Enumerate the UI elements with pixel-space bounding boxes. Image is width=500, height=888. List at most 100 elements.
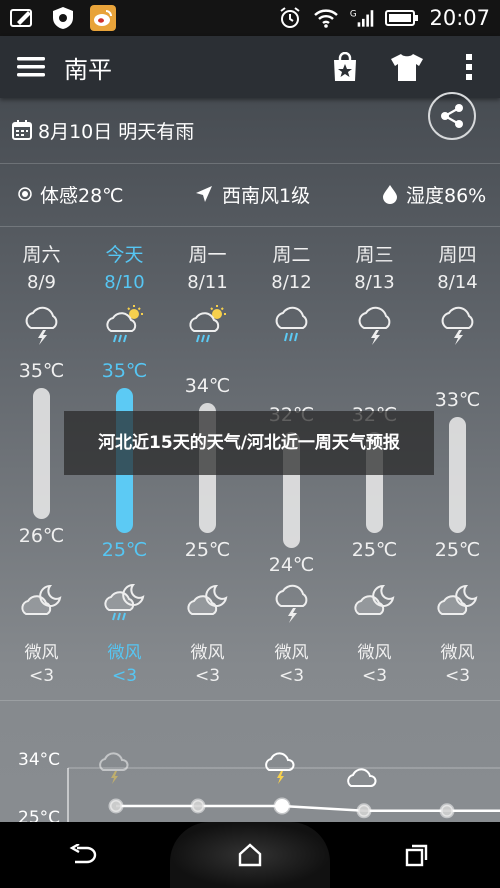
high-temp: 33℃ [434,389,481,412]
status-bar: G 20:07 [0,0,500,36]
skin-button[interactable] [376,36,438,98]
wind-name: 微风 [274,643,309,663]
moon-cloud-rain-icon [103,582,147,622]
dot-icon [18,187,32,201]
share-button[interactable] [428,92,476,140]
wind-info: 西南风1级 [194,181,310,208]
menu-button[interactable] [0,36,62,98]
moon-cloud-icon [436,582,480,622]
day-date: 8/12 [271,272,312,293]
low-temp: 26℃ [18,524,65,547]
weibo-icon [90,5,116,31]
back-button[interactable] [43,822,123,888]
hourly-chart[interactable]: 34°C 25°C [0,700,500,828]
day-date: 8/10 [104,272,145,293]
hourly-point [108,798,124,814]
cloud-thunder-icon [265,752,295,784]
cloud-rain-icon [271,304,313,346]
low-temp: 25℃ [351,539,398,562]
hourly-point [356,803,372,819]
wind-name: 微风 [190,643,225,663]
back-icon [69,844,97,864]
shield-icon [50,6,76,30]
battery-icon [385,6,419,30]
home-icon [238,843,262,867]
wifi-icon [313,6,339,30]
hourly-point [190,798,206,814]
day-name: 周三 [355,244,394,266]
shopping-bag-icon [334,52,356,81]
cloud-thunder-icon [354,304,396,346]
current-info-row: 体感28℃ 西南风1级 湿度86% [0,164,500,224]
cloud-thunder-icon [21,304,63,346]
recent-apps-icon [405,844,427,867]
wind-level: <3 [194,666,221,686]
calendar-icon [12,120,32,140]
wind-name: 微风 [357,643,392,663]
high-temp: 35℃ [18,360,65,382]
day-date: 8/14 [437,272,478,293]
tshirt-icon [391,54,423,81]
moon-cloud-icon [186,582,230,622]
more-vert-icon [466,54,472,80]
low-temp: 25℃ [434,539,481,562]
temp-range-bar [33,388,50,519]
day-name: 周四 [438,244,477,266]
city-title[interactable]: 南平 [64,50,112,85]
caption-text: 河北近15天的天气/河北近一周天气预报 [98,432,400,453]
wind-level: <3 [361,666,388,686]
divider [0,226,500,227]
day-name: 今天 [105,244,144,266]
low-temp: 25℃ [101,539,148,562]
day-name: 周六 [22,244,61,266]
wind-level: <3 [278,666,305,686]
moon-cloud-icon [353,582,397,622]
hourly-svg [67,752,500,822]
moon-cloud-icon [20,582,64,622]
date-summary: 8月10日 明天有雨 [38,120,195,143]
wind-name: 微风 [24,643,59,663]
hourly-point [273,797,291,815]
home-button[interactable] [210,822,290,888]
clock: 20:07 [429,6,490,30]
hourly-point [439,803,455,819]
app-bar: 南平 [0,36,500,98]
high-temp: 34℃ [184,374,231,397]
caption-overlay: 河北近15天的天气/河北近一周天气预报 [64,411,434,475]
date-row: 8月10日 明天有雨 [0,92,500,162]
low-temp: 24℃ [268,554,315,576]
svg-text:G: G [350,9,357,19]
cloud-thunder-icon [270,582,314,623]
wind-direction-icon [196,186,212,202]
high-temp: 35℃ [101,360,148,382]
wind-level: <3 [444,666,471,686]
cloud-thunder-icon [99,752,129,784]
day-name: 周一 [188,244,227,266]
cloud-thunder-icon [437,304,479,346]
wind-level: <3 [28,666,55,686]
humidity-info: 湿度86% [382,181,486,208]
day-date: 8/9 [27,272,56,293]
sun-cloud-rain-icon [187,304,229,346]
water-drop-icon [383,185,397,204]
wind-name: 微风 [107,643,142,663]
more-button[interactable] [438,36,500,98]
recents-button[interactable] [377,822,457,888]
alarm-icon [277,6,303,30]
hamburger-icon [17,57,45,77]
cloud-icon [347,768,377,787]
day-date: 8/11 [187,272,228,293]
edit-note-icon [10,6,36,30]
temp-range-bar [449,417,466,534]
wind-name: 微风 [440,643,475,663]
share-icon [441,104,463,128]
shop-button[interactable] [314,36,376,98]
signal-icon: G [349,6,375,30]
day-name: 周二 [272,244,311,266]
navigation-bar [0,822,500,888]
sun-cloud-rain-icon [104,304,146,346]
feels-like: 体感28℃ [18,181,124,208]
day-date: 8/13 [354,272,395,293]
wind-level: <3 [111,666,138,686]
low-temp: 25℃ [184,539,231,562]
